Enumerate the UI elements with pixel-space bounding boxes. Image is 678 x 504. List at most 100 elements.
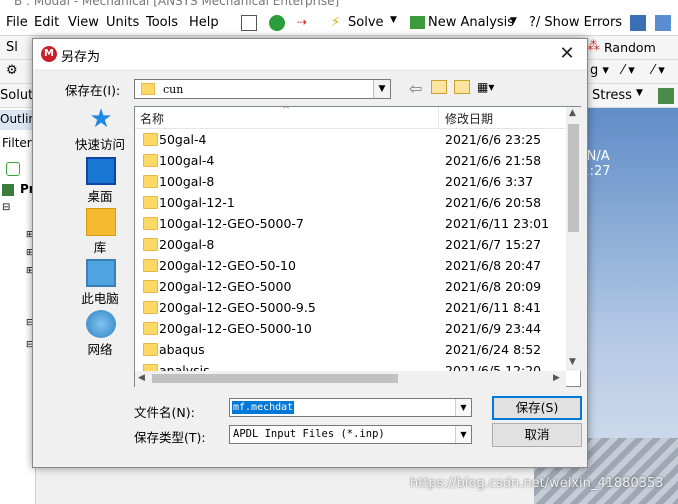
column-separator[interactable] xyxy=(438,107,439,129)
list-item[interactable]: analysis 2021/6/5 12:20 xyxy=(135,361,565,371)
list-item[interactable]: 200gal-12-GEO-5000-9.5 2021/6/11 8:41 xyxy=(135,298,565,319)
close-icon[interactable]: ✕ xyxy=(555,42,579,66)
desktop-icon xyxy=(86,157,116,185)
view-menu-icon[interactable]: ▦▾ xyxy=(477,80,503,94)
save-button[interactable]: 保存(S) xyxy=(492,396,582,420)
filename-input[interactable]: mf.mechdat ▼ xyxy=(229,398,472,417)
column-name[interactable]: 名称 xyxy=(140,110,164,127)
file-name: abaqus xyxy=(159,342,205,357)
dialog-title-bar: M 另存为 ✕ xyxy=(33,39,587,69)
window-icon[interactable] xyxy=(630,15,646,31)
folder-icon xyxy=(143,343,158,356)
menu-view[interactable]: View xyxy=(68,15,99,30)
expand-icon[interactable]: ⊟ xyxy=(2,202,10,213)
solve-button[interactable]: Solve xyxy=(348,15,384,30)
filter-label: Filter: xyxy=(2,136,36,150)
place-quick-access[interactable]: ★ 快速访问 xyxy=(67,105,133,153)
new-analysis-button[interactable]: New Analysis xyxy=(428,15,514,30)
dropdown-label[interactable]: g ▾ xyxy=(590,63,609,78)
vertical-scrollbar[interactable]: ▲ ▼ xyxy=(566,107,581,371)
save-in-combo[interactable]: cun ▼ xyxy=(134,79,391,99)
file-date: 2021/6/11 23:01 xyxy=(445,216,550,231)
column-date[interactable]: 修改日期 xyxy=(445,110,493,127)
chevron-down-icon[interactable]: ▼ xyxy=(373,80,390,98)
file-name: analysis xyxy=(159,363,210,371)
dialog-title: 另存为 xyxy=(61,50,101,65)
place-libraries[interactable]: 库 xyxy=(67,208,133,256)
chevron-down-icon[interactable]: ▼ xyxy=(455,399,471,416)
tree-arrow-icon[interactable]: ⇢ xyxy=(297,15,313,31)
computer-icon xyxy=(86,259,116,287)
menu-edit[interactable]: Edit xyxy=(34,15,59,30)
folder-icon xyxy=(143,238,158,251)
place-label: 桌面 xyxy=(87,189,113,204)
file-date: 2021/6/5 12:20 xyxy=(445,363,542,371)
scroll-down-icon[interactable]: ▼ xyxy=(569,357,576,367)
back-arrow-icon[interactable]: ⇦ xyxy=(409,79,422,98)
check-icon[interactable] xyxy=(269,15,285,31)
filename-label: 文件名(N): xyxy=(134,405,195,420)
place-label: 库 xyxy=(93,240,107,255)
file-name: 100gal-4 xyxy=(159,153,215,168)
list-item[interactable]: 100gal-12-GEO-5000-7 2021/6/11 23:01 xyxy=(135,214,565,235)
line-tool-icon[interactable]: ⁄ ▾ xyxy=(652,63,665,78)
menu-units[interactable]: Units xyxy=(106,15,139,30)
list-item[interactable]: 100gal-4 2021/6/6 21:58 xyxy=(135,151,565,172)
menu-bar: File Edit View Units Tools Help ⇢ ⚡ Solv… xyxy=(0,10,678,36)
file-name: 200gal-12-GEO-5000-10 xyxy=(159,321,312,336)
outline-tab[interactable]: Outline xyxy=(0,110,43,130)
list-item[interactable]: 200gal-12-GEO-5000-10 2021/6/9 23:44 xyxy=(135,319,565,340)
place-network[interactable]: 网络 xyxy=(67,310,133,358)
command-icon[interactable] xyxy=(241,15,257,31)
place-this-pc[interactable]: 此电脑 xyxy=(67,259,133,307)
scroll-thumb[interactable] xyxy=(568,124,579,232)
list-item[interactable]: 200gal-8 2021/6/7 15:27 xyxy=(135,235,565,256)
up-folder-icon[interactable] xyxy=(431,80,447,94)
chevron-down-icon[interactable]: ▼ xyxy=(455,426,471,443)
file-name: 200gal-12-GEO-5000 xyxy=(159,279,292,294)
toolbar-label: Sl xyxy=(6,40,18,55)
watermark: https://blog.csdn.net/weixin_41880353 xyxy=(410,476,664,491)
place-label: 网络 xyxy=(87,342,113,357)
scroll-thumb[interactable] xyxy=(152,374,398,383)
place-desktop[interactable]: 桌面 xyxy=(67,157,133,205)
cancel-button[interactable]: 取消 xyxy=(492,423,582,447)
list-item[interactable]: abaqus 2021/6/24 8:52 xyxy=(135,340,565,361)
random-button[interactable]: Random xyxy=(604,40,656,55)
list-item[interactable]: 200gal-12-GEO-50-10 2021/6/8 20:47 xyxy=(135,256,565,277)
line-tool-icon[interactable]: ⁄ ▾ xyxy=(622,63,635,78)
menu-tools[interactable]: Tools xyxy=(146,15,178,30)
places-bar: ★ 快速访问 桌面 库 此电脑 网络 xyxy=(67,105,137,385)
scroll-up-icon[interactable]: ▲ xyxy=(569,108,576,118)
list-item[interactable]: 50gal-4 2021/6/6 23:25 xyxy=(135,130,565,151)
show-errors-button[interactable]: ?/ Show Errors xyxy=(529,15,622,30)
list-item[interactable]: 200gal-12-GEO-5000 2021/6/8 20:09 xyxy=(135,277,565,298)
tool-icon[interactable]: ⚙ xyxy=(6,63,18,78)
new-folder-icon[interactable] xyxy=(454,80,470,94)
app-title: B : Modal - Mechanical [ANSYS Mechanical… xyxy=(14,0,340,8)
filetype-value: APDL Input Files (*.inp) xyxy=(233,428,385,440)
list-header: 名称 ^ 修改日期 xyxy=(135,105,565,129)
filename-value: mf.mechdat xyxy=(232,401,295,414)
refresh-icon[interactable] xyxy=(6,162,20,176)
stress-button[interactable]: Stress xyxy=(592,88,632,103)
scroll-right-icon[interactable]: ▶ xyxy=(553,373,560,383)
file-list[interactable]: 名称 ^ 修改日期 50gal-4 2021/6/6 23:25 100gal-4… xyxy=(134,105,581,387)
list-item[interactable]: 100gal-12-1 2021/6/6 20:58 xyxy=(135,193,565,214)
scroll-left-icon[interactable]: ◀ xyxy=(138,373,145,383)
menu-file[interactable]: File xyxy=(6,15,28,30)
window-icon[interactable] xyxy=(655,15,671,31)
menu-help[interactable]: Help xyxy=(189,15,219,30)
chevron-down-icon[interactable]: ▼ xyxy=(636,88,643,98)
filetype-select[interactable]: APDL Input Files (*.inp) ▼ xyxy=(229,425,472,444)
file-name: 100gal-8 xyxy=(159,174,215,189)
chevron-down-icon[interactable]: ▼ xyxy=(390,15,397,25)
save-as-dialog: M 另存为 ✕ 保存在(I): cun ▼ ⇦ ▦▾ ★ 快速访问 桌面 库 此… xyxy=(32,38,588,468)
chevron-down-icon[interactable]: ▼ xyxy=(510,16,517,26)
list-item[interactable]: 100gal-8 2021/6/6 3:37 xyxy=(135,172,565,193)
cube-icon[interactable] xyxy=(658,88,674,104)
folder-icon xyxy=(143,196,158,209)
file-date: 2021/6/6 20:58 xyxy=(445,195,542,210)
horizontal-scrollbar[interactable]: ◀ ▶ xyxy=(135,371,566,387)
folder-icon xyxy=(143,133,158,146)
